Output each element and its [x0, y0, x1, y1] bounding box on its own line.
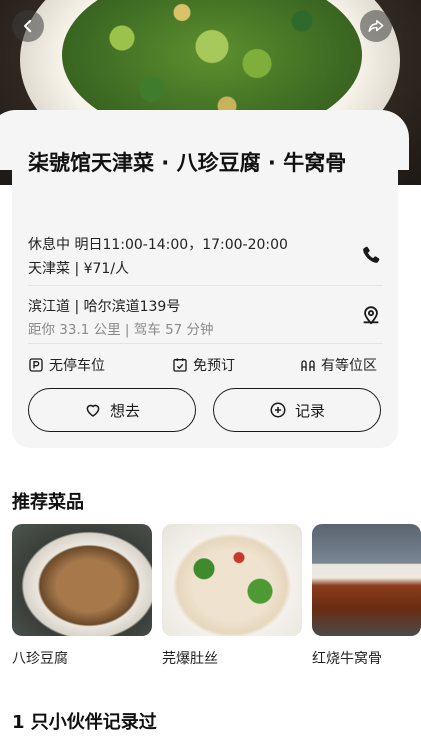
feature-label: 免预订 — [193, 358, 235, 374]
calendar-check-icon — [173, 358, 187, 372]
distance: 距你 33.1 公里 | 驾车 57 分钟 — [28, 322, 214, 338]
heart-icon — [86, 404, 100, 417]
cuisine-price: 天津菜 | ¥71/人 — [28, 261, 130, 277]
back-button[interactable] — [12, 10, 44, 42]
chevron-left-icon — [24, 19, 32, 33]
feature-label: 有等位区 — [321, 358, 377, 374]
divider — [28, 285, 383, 286]
dish-image-tripe[interactable] — [162, 524, 302, 636]
dish-name[interactable]: 芫爆肚丝 — [162, 648, 218, 668]
phone-icon[interactable] — [360, 244, 382, 266]
recommended-title: 推荐菜品 — [12, 492, 84, 513]
dish-name[interactable]: 八珍豆腐 — [12, 648, 68, 668]
restaurant-detail-page: 柒號馆天津菜 · 八珍豆腐 · 牛窝骨 休息中 明日11:00-14:00，17… — [0, 0, 421, 740]
dish-name[interactable]: 红烧牛窝骨 — [312, 648, 382, 668]
feature-label: 无停车位 — [49, 358, 105, 374]
parking-icon — [29, 358, 43, 372]
share-icon — [368, 20, 384, 32]
want-to-go-button[interactable]: 想去 — [28, 388, 196, 432]
dish-image-beef[interactable] — [312, 524, 421, 636]
waiting-area-icon — [301, 360, 315, 371]
feature-waiting-area: 有等位区 — [300, 355, 377, 375]
record-button[interactable]: 记录 — [213, 388, 381, 432]
record-label: 记录 — [294, 401, 325, 420]
want-label: 想去 — [109, 401, 140, 420]
dish-image-bazhen-tofu[interactable] — [12, 524, 152, 636]
share-button[interactable] — [360, 10, 392, 42]
records-title: 1 只小伙伴记录过 — [12, 712, 157, 733]
feature-parking: 无停车位 — [28, 355, 105, 375]
map-pin-icon[interactable] — [360, 304, 382, 326]
feature-reservation: 免预订 — [172, 355, 235, 375]
address: 滨江道 | 哈尔滨道139号 — [28, 299, 181, 315]
divider — [28, 343, 383, 344]
opening-hours: 休息中 明日11:00-14:00，17:00-20:00 — [28, 237, 288, 253]
restaurant-name: 柒號馆天津菜 · 八珍豆腐 · 牛窝骨 — [28, 151, 347, 175]
plus-circle-icon — [270, 402, 286, 418]
